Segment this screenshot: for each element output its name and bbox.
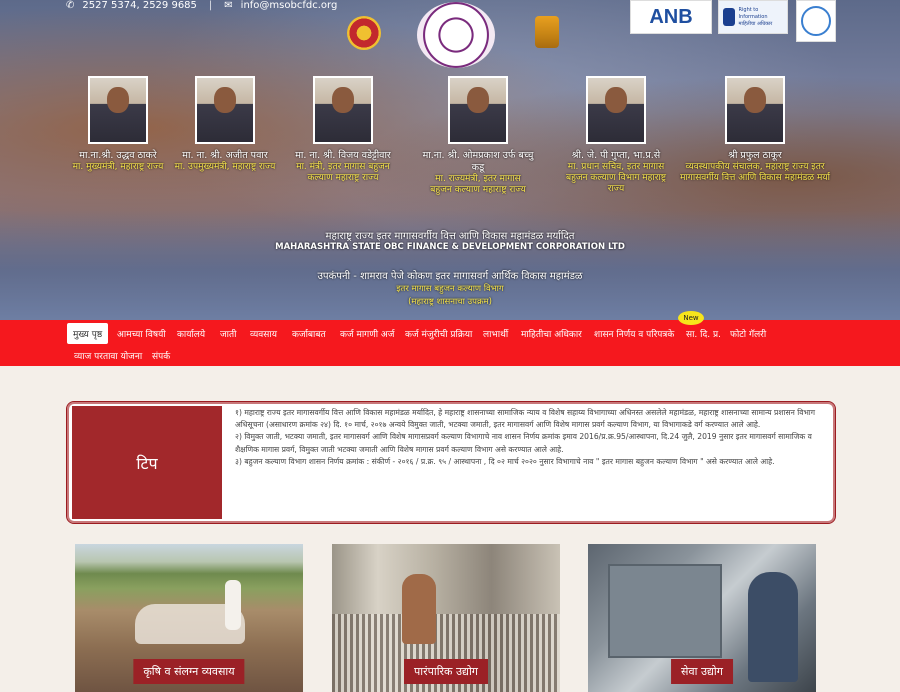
nav-gad[interactable]: सा. दि. प्र. [686, 327, 721, 340]
nav-loan-approval[interactable]: कर्ज मंजुरीची प्रक्रिया [405, 327, 472, 340]
card-agriculture[interactable]: कृषि व संलग्न व्यवसाय [75, 544, 303, 692]
card-caption: कृषि व संलग्न व्यवसाय [133, 659, 245, 684]
machinist-image [748, 572, 798, 682]
social-justice-icon [801, 6, 831, 36]
nav-photo-gallery[interactable]: फोटो गॅलरी [730, 327, 766, 340]
leader-photo [586, 76, 646, 144]
leader-name: श्री प्रफुल ठाकूर [728, 150, 782, 161]
social-justice-logo[interactable] [796, 0, 836, 42]
tip-paragraph: ३) बहुजन कल्याण विभाग शासन निर्णय क्रमां… [235, 456, 775, 466]
machine-image [608, 564, 722, 658]
leader-title: व्यवस्थापकीय संचालक, महाराष्ट्र राज्य इत… [680, 162, 830, 183]
nav-offices[interactable]: कार्यालये [177, 327, 205, 340]
card-caption: सेवा उद्योग [671, 659, 733, 684]
anb-logo-text: ANB [649, 5, 693, 28]
contact-separator: | [208, 0, 213, 11]
nav-loans[interactable]: कर्जाबाबत [292, 327, 326, 340]
maharashtra-seal-icon [347, 16, 381, 50]
corp-undertaking: (महाराष्ट्र शासनाचा उपक्रम) [408, 297, 492, 307]
tip-text: १) महाराष्ट्र राज्य इतर मागासवर्गीय वित्… [235, 407, 825, 468]
corp-name-english: MAHARASHTRA STATE OBC FINANCE & DEVELOPM… [275, 242, 625, 252]
email-icon: ✉ [224, 0, 233, 11]
nav-home[interactable]: मुख्य पृष्ठ [67, 323, 109, 344]
tip-box: टिप १) महाराष्ट्र राज्य इतर मागासवर्गीय … [66, 401, 836, 524]
phone-icon: ✆ [66, 0, 75, 11]
tip-label: टिप [72, 406, 222, 519]
email-link[interactable]: info@msobcfdc.org [241, 0, 338, 11]
card-service[interactable]: सेवा उद्योग [588, 544, 816, 692]
tip-paragraph: २) विमुक्त जाती, भटक्या जमाती, इतर मागास… [235, 432, 812, 454]
rti-text-mr: माहितीचा अधिकार [738, 20, 773, 27]
leader-title: मा. राज्यमंत्री, इतर मागास बहुजन कल्याण … [430, 174, 526, 195]
nav-government-resolutions[interactable]: शासन निर्णय व परिपत्रके [594, 327, 674, 340]
new-badge: New [678, 311, 704, 325]
leader-photo [195, 76, 255, 144]
leader-name: मा. ना. श्री. विजय वडेट्टीवार [295, 150, 391, 161]
leader-card-6: श्री प्रफुल ठाकूर व्यवस्थापकीय संचालक, म… [670, 76, 840, 184]
nav-business[interactable]: व्यवसाय [250, 327, 277, 340]
leader-card-4: मा.ना. श्री. ओमप्रकाश उर्फ बच्चु कडू मा.… [403, 76, 553, 196]
nav-contact[interactable]: संपर्क [152, 349, 170, 362]
leader-photo [88, 76, 148, 144]
leader-name: मा.ना. श्री. ओमप्रकाश उर्फ बच्चु कडू [422, 150, 534, 173]
leader-title: मा. प्रधान सचिव, इतर मागास बहुजन कल्याण … [565, 162, 667, 194]
corp-name-marathi: महाराष्ट्र राज्य इतर मागासवर्गीय वित्त आ… [325, 231, 575, 242]
corp-department: इतर मागास बहुजन कल्याण विभाग [396, 284, 504, 294]
nav-loan-application[interactable]: कर्ज मागणी अर्ज [340, 327, 394, 340]
nav-about[interactable]: आमच्या विषयी [117, 327, 166, 340]
card-traditional[interactable]: पारंपारिक उद्योग [332, 544, 560, 692]
weaver-image [402, 574, 436, 644]
tip-paragraph: १) महाराष्ट्र राज्य इतर मागासवर्गीय वित्… [235, 408, 816, 430]
phone-number: 2527 5374, 2529 9685 [82, 0, 197, 11]
rti-logo[interactable]: Right to Information माहितीचा अधिकार [718, 0, 788, 34]
corporation-logo-icon [417, 2, 495, 68]
national-emblem-icon [535, 16, 559, 48]
leader-card-5: श्री. जे. पी गुप्ता, भा.प्र.से मा. प्रधा… [541, 76, 691, 195]
rti-eye-icon [723, 8, 735, 26]
farmer-image [225, 580, 241, 630]
nav-interest-refund[interactable]: व्याज परतावा योजना [74, 349, 142, 362]
leader-photo [448, 76, 508, 144]
leader-photo [313, 76, 373, 144]
leader-name: श्री. जे. पी गुप्ता, भा.प्र.से [571, 150, 661, 161]
nav-castes[interactable]: जाती [220, 327, 236, 340]
nav-rti[interactable]: माहितीचा अधिकार [521, 327, 582, 340]
corp-subsidiary: उपकंपनी - शामराव पेजे कोकण इतर मागासवर्ग… [317, 271, 583, 282]
nav-beneficiaries[interactable]: लाभार्थी [483, 327, 508, 340]
leader-photo [725, 76, 785, 144]
leader-title: मा. मंत्री, इतर मागास बहुजन कल्याण महारा… [296, 162, 390, 183]
rti-text-en: Right to Information [738, 6, 768, 20]
card-caption: पारंपारिक उद्योग [404, 659, 488, 684]
contact-bar: ✆ 2527 5374, 2529 9685 | ✉ info@msobcfdc… [66, 0, 337, 11]
anb-logo[interactable]: ANB [630, 0, 712, 34]
leader-card-3: मा. ना. श्री. विजय वडेट्टीवार मा. मंत्री… [268, 76, 418, 184]
